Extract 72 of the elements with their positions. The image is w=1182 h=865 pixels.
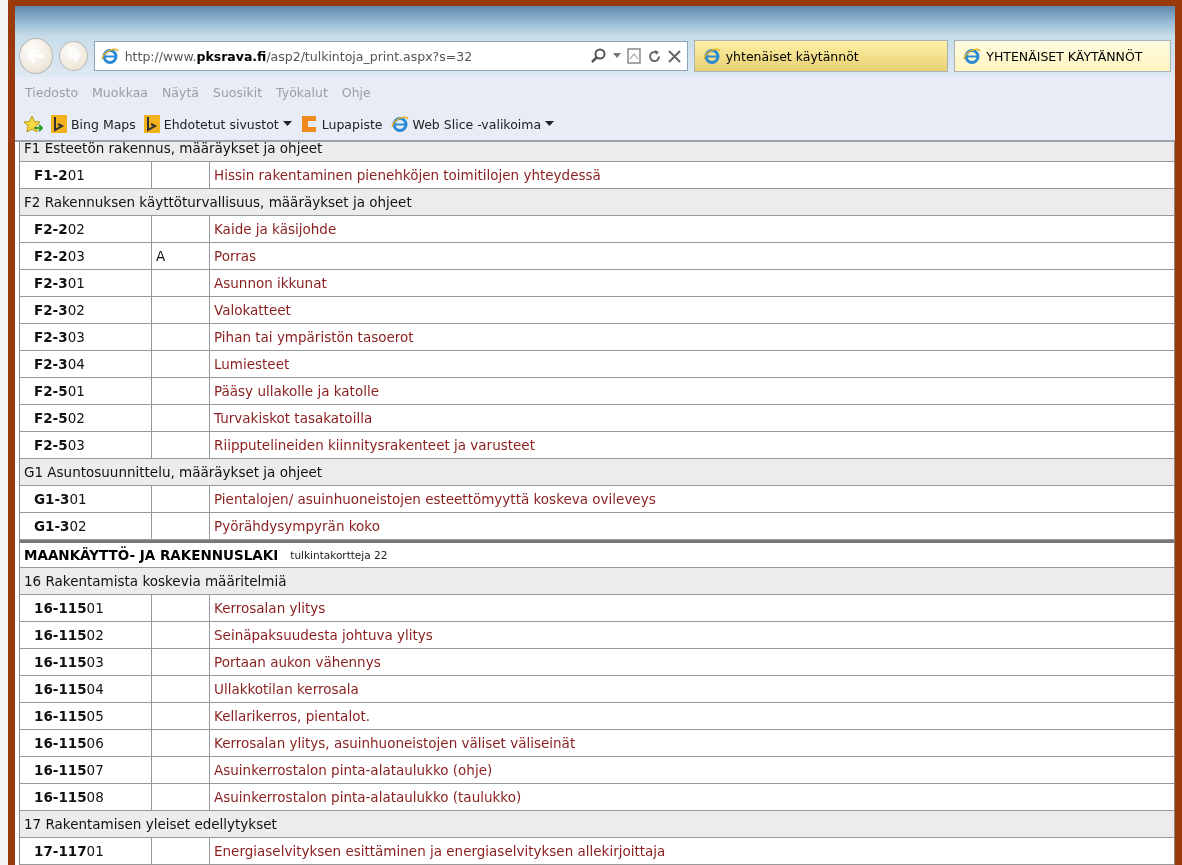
code-cell: 16-11507 (20, 757, 152, 783)
document-link[interactable]: Ullakkotilan kerrosala (210, 676, 1174, 702)
close-icon[interactable] (667, 49, 681, 63)
browser-tab[interactable]: YHTENÄISET KÄYTÄNNÖT (954, 40, 1171, 72)
code-cell: F2-303 (20, 324, 152, 350)
dropdown-caret-icon[interactable] (612, 53, 621, 59)
forward-arrow-icon (65, 50, 82, 62)
document-link[interactable]: Riipputelineiden kiinnitysrakenteet ja varusteet (210, 432, 1174, 458)
document-link[interactable]: Seinäpaksuudesta johtuva ylitys (210, 622, 1174, 648)
section-header: F1 Esteetön rakennus, määräykset ja ohjeet (20, 142, 1174, 162)
code-cell: 16-11502 (20, 622, 152, 648)
code-cell: F1-201 (20, 162, 152, 188)
document-link[interactable]: Valokatteet (210, 297, 1174, 323)
code-cell: G1-302 (20, 513, 152, 539)
code-cell: 16-11505 (20, 703, 152, 729)
document-link[interactable]: Kaide ja käsijohde (210, 216, 1174, 242)
refresh-icon[interactable] (646, 48, 662, 64)
code-cell: F2-301 (20, 270, 152, 296)
letter-b-icon (143, 115, 160, 133)
code-cell: F2-501 (20, 378, 152, 404)
code-cell: 16-11503 (20, 649, 152, 675)
code-cell: 16-11506 (20, 730, 152, 756)
code-cell: 16-11504 (20, 676, 152, 702)
document-link[interactable]: Porras (210, 243, 1174, 269)
address-bar[interactable]: http://www.pksrava.fi/asp2/tulkintoja_print.aspx?s=32 (93, 41, 688, 71)
code-cell: F2-502 (20, 405, 152, 431)
document-link[interactable]: Turvakiskot tasakatoilla (210, 405, 1174, 431)
document-link[interactable]: Asuinkerrostalon pinta-alataulukko (ohje) (210, 757, 1174, 783)
browser-logo-icon (963, 47, 982, 65)
section-header: F2 Rakennuksen käyttöturvallisuus, määräykset ja ohjeet (20, 189, 1174, 216)
favorites-star-icon[interactable] (23, 115, 43, 133)
document-link[interactable]: Energiaselvityksen esittäminen ja energiaselvityksen allekirjoittaja (210, 838, 1174, 864)
browser-logo-icon (390, 115, 409, 133)
code-cell: F2-304 (20, 351, 152, 377)
document-link[interactable]: Kellarikerros, pientalot. (210, 703, 1174, 729)
document-link[interactable]: Pääsy ullakolle ja katolle (210, 378, 1174, 404)
compatibility-icon[interactable] (626, 48, 641, 64)
url-text: http://www.pksrava.fi/asp2/tulkintoja_print.aspx?s=32 (124, 48, 474, 64)
letter-c-icon (299, 114, 318, 134)
code-cell: G1-301 (20, 486, 152, 512)
document-link[interactable]: Pyörähdysympyrän koko (210, 513, 1174, 539)
document-link[interactable]: Kerrosalan ylitys (210, 595, 1174, 621)
document-link[interactable]: Pihan tai ympäristön tasoerot (210, 324, 1174, 350)
code-cell: 17-11701 (20, 838, 152, 864)
document-link[interactable]: Asunnon ikkunat (210, 270, 1174, 296)
document-link[interactable]: Lumiesteet (210, 351, 1174, 377)
favorites-link[interactable]: Ehdotetut sivustot (143, 115, 292, 133)
favorites-link[interactable]: Bing Maps (51, 115, 136, 133)
code-cell: F2-302 (20, 297, 152, 323)
favorites-link[interactable]: Web Slice -valikoima (390, 115, 555, 133)
search-icon[interactable] (590, 48, 607, 64)
mark-cell: A (152, 243, 210, 269)
favorites-link[interactable]: Lupapiste (299, 114, 383, 134)
document-link[interactable]: Hissin rakentaminen pienehköjen toimitilojen yhteydessä (210, 162, 1174, 188)
browser-tab[interactable]: yhtenäiset käytännöt (693, 40, 949, 72)
browser-logo-icon (702, 47, 721, 65)
code-cell: 16-11508 (20, 784, 152, 810)
law-title: MAANKÄYTTÖ- JA RAKENNUSLAKI (24, 547, 279, 563)
document-link[interactable]: Kerrosalan ylitys, asuinhuoneistojen väliset väliseinät (210, 730, 1174, 756)
section-header: G1 Asuntosuunnittelu, määräykset ja ohjeet (20, 459, 1174, 486)
code-cell: F2-503 (20, 432, 152, 458)
code-cell: F2-202 (20, 216, 152, 242)
browser-logo-icon (100, 47, 119, 65)
document-link[interactable]: Portaan aukon vähennys (210, 649, 1174, 675)
section-header: 17 Rakentamisen yleiset edellytykset (20, 811, 1174, 838)
document-link[interactable]: Asuinkerrostalon pinta-alataulukko (taulukko) (210, 784, 1174, 810)
section-header: 16 Rakentamista koskevia määritelmiä (20, 568, 1174, 595)
card-count: tulkintakortteja 22 (290, 549, 388, 561)
code-cell: F2-203 (20, 243, 152, 269)
document-link[interactable]: Pientalojen/ asuinhuoneistojen esteettömyyttä koskeva ovileveys (210, 486, 1174, 512)
letter-b-icon (51, 115, 67, 133)
code-cell: 16-11501 (20, 595, 152, 621)
